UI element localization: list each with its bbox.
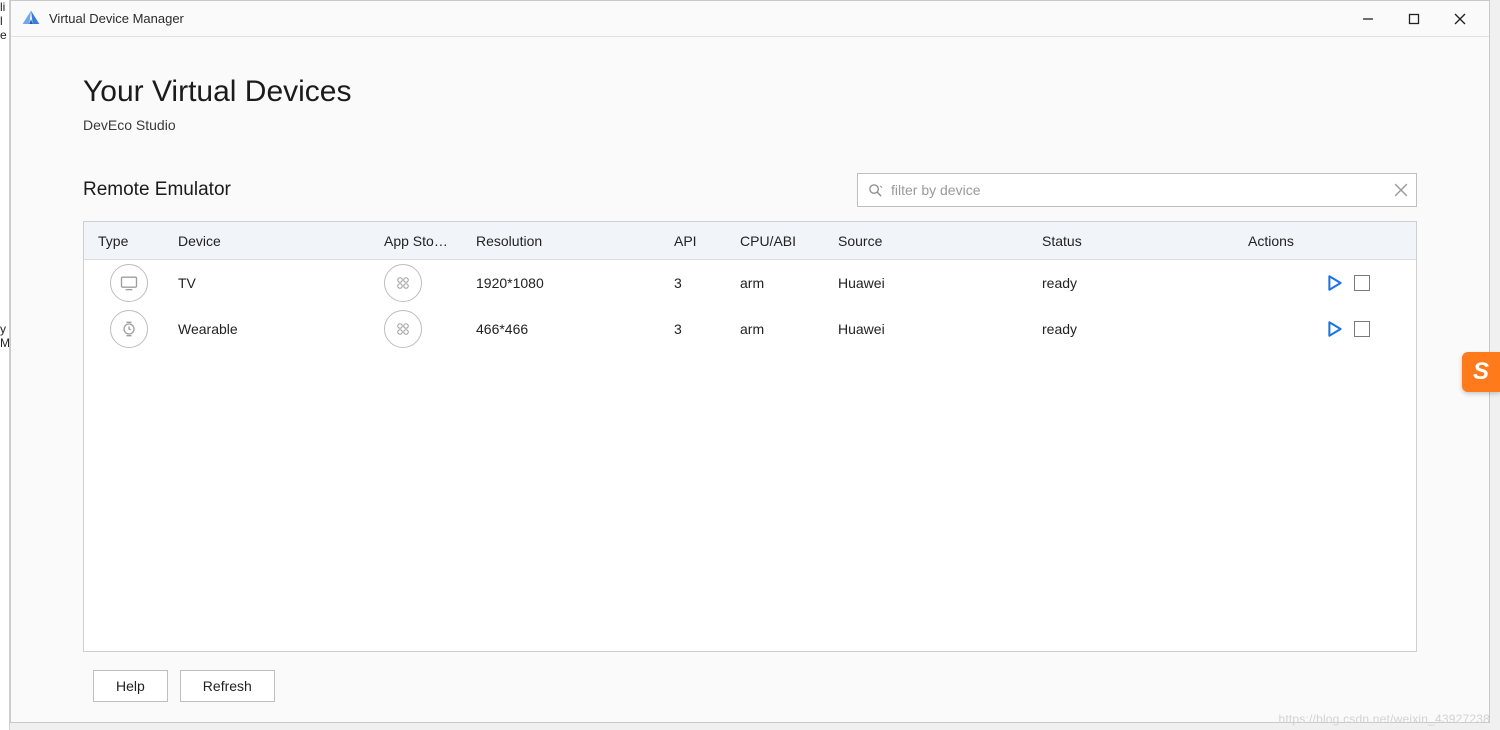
appstore-icon: [384, 264, 422, 302]
footer-bar: Help Refresh: [11, 652, 1489, 722]
run-button[interactable]: [1326, 320, 1344, 338]
content-area: Your Virtual Devices DevEco Studio Remot…: [11, 37, 1489, 652]
cell-status: ready: [1042, 275, 1248, 291]
search-input[interactable]: [891, 182, 1386, 198]
minimize-button[interactable]: [1345, 3, 1391, 35]
run-button[interactable]: [1326, 274, 1344, 292]
col-header-status[interactable]: Status: [1042, 233, 1248, 249]
cell-resolution: 1920*1080: [476, 275, 674, 291]
cell-status: ready: [1042, 321, 1248, 337]
col-header-device[interactable]: Device: [178, 233, 384, 249]
section-title: Remote Emulator: [83, 179, 857, 201]
virtual-device-manager-window: Virtual Device Manager Your Virtual Devi…: [10, 0, 1490, 723]
cell-api: 3: [674, 275, 740, 291]
help-button[interactable]: Help: [93, 670, 168, 702]
cell-api: 3: [674, 321, 740, 337]
refresh-button[interactable]: Refresh: [180, 670, 275, 702]
page-title: Your Virtual Devices: [83, 75, 1417, 109]
table-row: TV 1920*1080 3 arm Huawei ready: [84, 260, 1416, 306]
tv-icon: [110, 264, 148, 302]
close-button[interactable]: [1437, 3, 1483, 35]
col-header-source[interactable]: Source: [838, 233, 1042, 249]
col-header-actions: Actions: [1248, 233, 1416, 249]
watch-icon: [110, 310, 148, 348]
col-header-type[interactable]: Type: [84, 233, 178, 249]
app-logo-icon: [21, 9, 41, 29]
devices-table: Type Device App Sto… Resolution API CPU/…: [83, 221, 1417, 652]
cell-cpu: arm: [740, 275, 838, 291]
clear-search-icon[interactable]: [1394, 183, 1408, 197]
background-editor-strip: lileyM: [0, 0, 10, 730]
cell-source: Huawei: [838, 275, 1042, 291]
appstore-icon: [384, 310, 422, 348]
cell-resolution: 466*466: [476, 321, 674, 337]
maximize-button[interactable]: [1391, 3, 1437, 35]
watermark-text: https://blog.csdn.net/weixin_43927238: [1278, 712, 1490, 726]
col-header-resolution[interactable]: Resolution: [476, 233, 674, 249]
table-row: Wearable 466*466 3 arm Huawei ready: [84, 306, 1416, 352]
page-subtitle: DevEco Studio: [83, 117, 1417, 133]
col-header-appstore[interactable]: App Sto…: [384, 233, 476, 249]
cell-device: TV: [178, 275, 384, 291]
cell-cpu: arm: [740, 321, 838, 337]
ime-badge-icon[interactable]: S: [1462, 352, 1500, 392]
col-header-cpu[interactable]: CPU/ABI: [740, 233, 838, 249]
cell-device: Wearable: [178, 321, 384, 337]
col-header-api[interactable]: API: [674, 233, 740, 249]
table-header-row: Type Device App Sto… Resolution API CPU/…: [84, 222, 1416, 260]
titlebar: Virtual Device Manager: [11, 1, 1489, 37]
cell-source: Huawei: [838, 321, 1042, 337]
search-icon: [868, 183, 883, 198]
stop-button[interactable]: [1354, 321, 1370, 337]
search-box[interactable]: [857, 173, 1417, 207]
stop-button[interactable]: [1354, 275, 1370, 291]
window-title: Virtual Device Manager: [49, 11, 1345, 26]
